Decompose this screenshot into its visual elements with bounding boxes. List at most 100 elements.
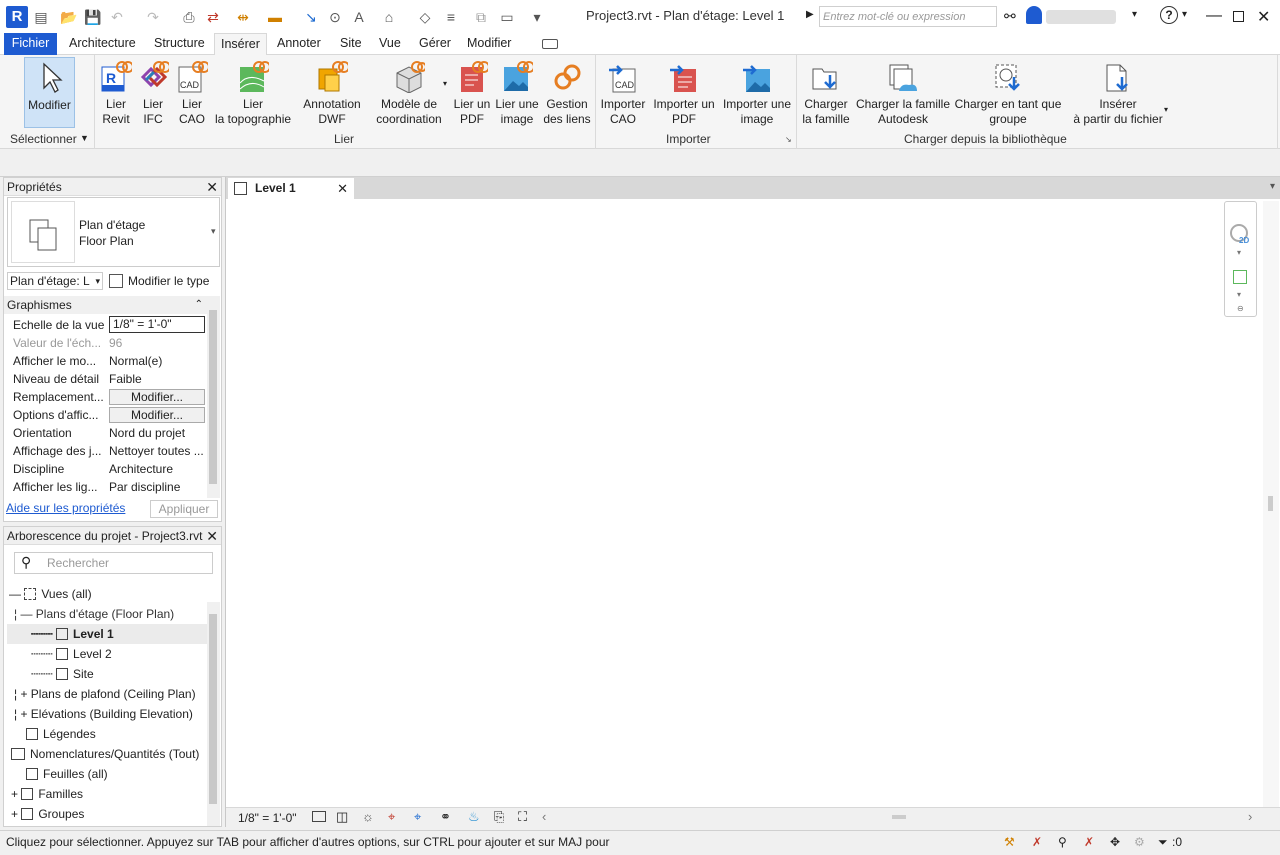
tab-architecture[interactable]: Architecture	[63, 33, 142, 55]
link-cad-button[interactable]: CAD Lier CAO	[171, 57, 213, 127]
scroll-thumb[interactable]	[209, 614, 217, 804]
modify-button[interactable]: Modifier	[24, 57, 75, 128]
close-icon[interactable]: ✕	[1257, 7, 1270, 27]
select-links-icon[interactable]: ⚒	[1004, 831, 1015, 853]
select-dropdown-icon[interactable]: ▼	[80, 133, 89, 143]
close-icon[interactable]: ✕	[206, 178, 218, 196]
manage-links-button[interactable]: Gestion des liens	[541, 57, 593, 127]
tab-annoter[interactable]: Annoter	[271, 33, 327, 55]
tab-fichier[interactable]: Fichier	[4, 33, 57, 55]
vertical-scrollbar[interactable]	[1263, 201, 1279, 807]
import-cad-button[interactable]: CAD Importer CAO	[597, 57, 649, 127]
horizontal-scroll-thumb[interactable]	[892, 815, 906, 819]
link-ifc-button[interactable]: Lier IFC	[135, 57, 171, 127]
tree-sheets[interactable]: Feuilles (all)	[26, 764, 108, 784]
chevron-down-icon[interactable]: ▾	[211, 226, 216, 237]
properties-scrollbar[interactable]	[207, 296, 220, 498]
link-image-button[interactable]: Lier une image	[493, 57, 541, 127]
prop-value[interactable]: Normal(e)	[109, 352, 205, 370]
3d-view-icon[interactable]: ⌂	[380, 8, 398, 26]
tree-legends[interactable]: Légendes	[26, 724, 96, 744]
section-header-graphics[interactable]: Graphismes ⌃	[4, 296, 209, 314]
thin-lines-icon[interactable]: ≡	[442, 8, 460, 26]
chevron-down-icon[interactable]: ▾	[1237, 290, 1241, 299]
type-selector[interactable]: Plan d'étage Floor Plan ▾	[7, 197, 220, 267]
apply-button[interactable]: Appliquer	[150, 500, 218, 518]
measure-icon[interactable]: ⇹	[234, 8, 252, 26]
user-dropdown-icon[interactable]: ▾	[1132, 9, 1137, 20]
text-note-icon[interactable]: ⊙	[326, 8, 344, 26]
import-settings-icon[interactable]: ↘	[785, 135, 792, 144]
scale-control[interactable]: 1/8" = 1'-0"	[238, 811, 297, 825]
close-icon[interactable]: ✕	[206, 527, 218, 545]
zoom-icon[interactable]	[1233, 270, 1247, 284]
insert-file-dropdown-icon[interactable]: ▾	[1164, 105, 1168, 114]
tree-groups[interactable]: + Groupes	[11, 804, 84, 824]
prop-value[interactable]: Nettoyer toutes ...	[109, 442, 205, 460]
undo-icon[interactable]: ↶	[108, 8, 126, 26]
load-as-group-button[interactable]: Charger en tant que groupe	[952, 57, 1064, 127]
tab-modifier[interactable]: Modifier	[461, 33, 517, 55]
home-icon[interactable]: ▤	[32, 8, 50, 26]
browser-search[interactable]: ⚲ Rechercher	[14, 552, 213, 574]
tree-level-2[interactable]: ┄┄┄ Level 2	[31, 644, 112, 664]
close-icon[interactable]: ✕	[337, 178, 348, 199]
prop-row[interactable]: Niveau de détail Faible	[7, 370, 207, 388]
user-name[interactable]	[1046, 10, 1116, 24]
save-icon[interactable]: 💾	[84, 8, 102, 26]
show-crop-icon[interactable]: ⚭	[440, 809, 451, 825]
insert-from-file-button[interactable]: Insérer à partir du fichier	[1070, 57, 1166, 127]
import-pdf-button[interactable]: Importer un PDF	[649, 57, 719, 127]
prop-row[interactable]: Options d'affic... Modifier...	[7, 406, 207, 424]
print-icon[interactable]: ⎙	[180, 8, 198, 26]
revit-logo[interactable]: R	[6, 6, 28, 28]
customize-qat-icon[interactable]: ▾	[528, 8, 546, 26]
scroll-left-icon[interactable]: ‹	[542, 809, 546, 824]
search-expand-icon[interactable]: ▶	[806, 9, 814, 20]
prop-value[interactable]: Faible	[109, 370, 205, 388]
ribbon-options-icon[interactable]	[542, 39, 558, 49]
prop-row[interactable]: Orientation Nord du projet	[7, 424, 207, 442]
tab-inserer[interactable]: Insérer	[214, 33, 267, 56]
drawing-area[interactable]: Level 1 ✕ ▾ 2D ▾ ▾ ⊖ 1/8" = 1'-0" ◫ ☼ ⌖ …	[225, 177, 1280, 827]
detail-level-icon[interactable]	[312, 811, 326, 822]
coordination-model-button[interactable]: Modèle de coordination	[372, 57, 446, 127]
drag-elements-icon[interactable]: ✥	[1110, 831, 1120, 853]
switch-windows-icon[interactable]: ▭	[498, 8, 516, 26]
properties-help-link[interactable]: Aide sur les propriétés	[6, 501, 125, 515]
tab-site[interactable]: Site	[334, 33, 368, 55]
tab-structure[interactable]: Structure	[148, 33, 211, 55]
prop-value[interactable]: Nord du projet	[109, 424, 205, 442]
view-tab-level-1[interactable]: Level 1 ✕	[228, 178, 354, 199]
section-icon[interactable]: ◇	[416, 8, 434, 26]
close-hidden-icon[interactable]: ⧉	[472, 8, 490, 26]
maximize-icon[interactable]	[1233, 11, 1244, 22]
filter-icon[interactable]: ⏷	[1158, 831, 1168, 853]
tree-views[interactable]: — Vues (all)	[9, 584, 92, 604]
worksharing-icon[interactable]: ⛶	[518, 809, 527, 825]
chevron-down-icon[interactable]: ▾	[1237, 248, 1241, 257]
prop-row[interactable]: Afficher les lig... Par discipline	[7, 478, 207, 496]
tree-families[interactable]: + Familles	[11, 784, 83, 804]
user-icon[interactable]	[1026, 6, 1042, 24]
tree-level-1[interactable]: ┄┄┄ Level 1	[31, 624, 114, 644]
instance-selector[interactable]: Plan d'étage: L ▾	[7, 272, 103, 290]
text-icon[interactable]: A	[350, 8, 368, 26]
dwf-markup-button[interactable]: Annotation DWF	[298, 57, 366, 127]
link-revit-button[interactable]: R Lier Revit	[97, 57, 135, 127]
link-topography-button[interactable]: Lier la topographie	[213, 57, 293, 127]
help-dropdown-icon[interactable]: ▾	[1182, 9, 1187, 20]
sync-icon[interactable]: ⇄	[204, 8, 222, 26]
link-pdf-button[interactable]: Lier un PDF	[451, 57, 493, 127]
collapse-icon[interactable]: ⌃	[195, 296, 203, 314]
select-by-face-icon[interactable]: ✗	[1084, 831, 1094, 853]
edit-type-button[interactable]: Modifier le type	[109, 272, 209, 290]
import-image-button[interactable]: Importer une image	[719, 57, 795, 127]
tree-elevations[interactable]: ¦ + Elévations (Building Elevation)	[14, 704, 193, 724]
select-underlay-icon[interactable]: ✗	[1032, 831, 1042, 853]
tab-gerer[interactable]: Gérer	[413, 33, 457, 55]
prop-value-input[interactable]: 1/8" = 1'-0"	[109, 316, 205, 333]
edit-overrides-button[interactable]: Modifier...	[109, 389, 205, 405]
tab-list-icon[interactable]: ▾	[1270, 181, 1275, 192]
tree-floor-plans[interactable]: ¦ — Plans d'étage (Floor Plan)	[14, 604, 174, 624]
